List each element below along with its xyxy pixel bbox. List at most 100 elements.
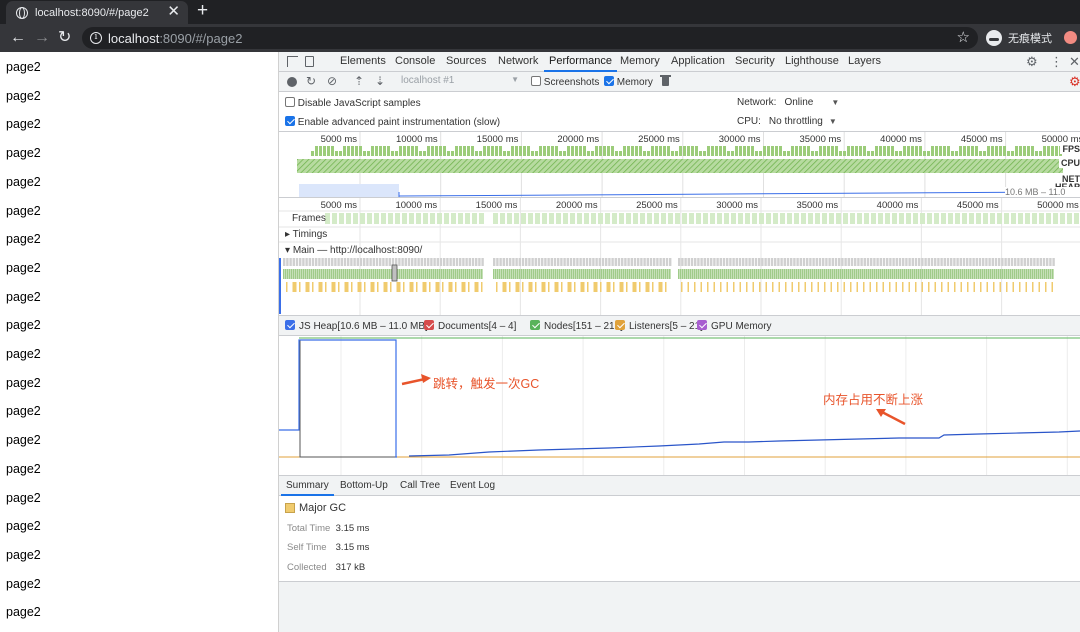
screenshots-checkbox-box[interactable] [531, 76, 541, 86]
tab-bottom-up[interactable]: Bottom-Up [340, 480, 388, 491]
selected-event[interactable] [391, 264, 398, 282]
tab-summary[interactable]: Summary [281, 480, 334, 496]
advanced-paint-checkbox[interactable] [285, 116, 295, 126]
save-profile-icon[interactable]: ⇣ [375, 75, 385, 88]
profile-menu-icon[interactable] [1064, 31, 1077, 44]
counter-toggle[interactable]: GPU Memory [697, 320, 772, 332]
task-block [512, 258, 515, 266]
memory-checkbox[interactable]: Memory [604, 76, 653, 88]
scripting-block [351, 282, 353, 292]
tab-application[interactable]: Application [671, 55, 725, 67]
timeline-overview[interactable]: 5000 ms 10000 ms 15000 ms 20000 ms 25000 ms 3… [279, 132, 1080, 198]
device-toolbar-icon[interactable] [305, 56, 314, 67]
memory-checkbox-box[interactable] [604, 76, 614, 86]
tab-performance[interactable]: Performance [544, 55, 617, 72]
fps-bar [631, 146, 634, 156]
fps-bar [715, 146, 718, 156]
fps-bar [487, 146, 490, 156]
cpu-throttle-select[interactable]: CPU: No throttling ▼ [737, 116, 837, 127]
task-block [289, 258, 292, 266]
counter-checkbox[interactable] [530, 320, 540, 330]
tab-elements[interactable]: Elements [340, 55, 386, 67]
frame-block [724, 213, 729, 224]
bookmark-star-icon[interactable]: ☆ [957, 28, 970, 46]
tab-security[interactable]: Security [735, 55, 775, 67]
more-options-icon[interactable]: ⋮ [1050, 55, 1063, 69]
tab-sources[interactable]: Sources [446, 55, 486, 67]
frame-block [493, 213, 498, 224]
inspect-element-icon[interactable] [287, 56, 298, 67]
task-block [678, 258, 681, 266]
memory-label: Memory [616, 77, 653, 88]
task-block [669, 258, 672, 266]
counter-toggle[interactable]: JS Heap[10.6 MB – 11.0 MB] [285, 320, 428, 332]
capture-settings-gear-icon[interactable]: ⚙ [1069, 74, 1080, 90]
network-throttle-select[interactable]: Network: Online ▼ [737, 97, 839, 108]
clear-icon[interactable]: ⊘ [327, 75, 337, 88]
fps-bar [443, 146, 446, 156]
tab-event-log[interactable]: Event Log [450, 480, 495, 491]
fps-bar [891, 146, 894, 156]
record-icon[interactable] [287, 77, 297, 87]
rendering-block [471, 269, 473, 279]
counter-checkbox[interactable] [697, 320, 707, 330]
counter-label: GPU Memory [711, 321, 772, 332]
info-icon[interactable]: i [90, 32, 102, 44]
fps-bar [887, 146, 890, 156]
advanced-paint-setting[interactable]: Enable advanced paint instrumentation (s… [285, 116, 500, 128]
fps-bar [1043, 146, 1046, 156]
settings-gear-icon[interactable]: ⚙ [1026, 55, 1038, 69]
counter-checkbox[interactable] [285, 320, 295, 330]
scripting-block [344, 282, 349, 292]
reload-icon[interactable]: ↻ [58, 28, 71, 48]
forward-arrow-icon[interactable]: → [34, 28, 50, 48]
overview-graph: 5000 ms 10000 ms 15000 ms 20000 ms 25000 ms 3… [297, 132, 1080, 197]
timeline-flamechart[interactable]: 5000 ms 10000 ms 15000 ms 20000 ms 25000 ms 3… [279, 198, 1080, 316]
load-profile-icon[interactable]: ⇡ [354, 75, 364, 88]
tab-console[interactable]: Console [395, 55, 435, 67]
rendering-block [549, 269, 551, 279]
task-block [462, 258, 465, 266]
rendering-block [493, 269, 495, 279]
rendering-block [503, 269, 505, 279]
task-block [439, 258, 443, 266]
disable-js-samples-checkbox[interactable] [285, 97, 295, 107]
address-bar[interactable]: i localhost:8090/#/page2 ☆ [82, 27, 978, 49]
disable-js-samples-setting[interactable]: Disable JavaScript samples [285, 97, 421, 109]
reload-record-icon[interactable]: ↻ [306, 75, 316, 88]
rendering-block [790, 269, 792, 279]
browser-tab[interactable]: localhost:8090/#/page2 ✕ [6, 1, 188, 24]
growth-arrow [881, 410, 906, 426]
profile-select[interactable]: localhost #1 ▼ [401, 75, 519, 89]
tab-network[interactable]: Network [498, 55, 538, 67]
close-icon[interactable]: ✕ [167, 4, 180, 20]
counter-toggle[interactable]: Documents[4 – 4] [424, 320, 516, 332]
timings-track[interactable]: ▸ Timings [285, 229, 327, 240]
scripting-block [325, 282, 327, 292]
frame-block [542, 213, 547, 224]
tab-lighthouse[interactable]: Lighthouse [785, 55, 839, 67]
tab-memory[interactable]: Memory [620, 55, 660, 67]
frame-block [458, 213, 463, 224]
counter-checkbox[interactable] [424, 320, 434, 330]
collect-garbage-icon[interactable] [660, 75, 671, 86]
close-devtools-icon[interactable]: ✕ [1069, 55, 1080, 69]
counter-toggle[interactable]: Nodes[151 – 212] [530, 320, 623, 332]
rendering-block [836, 269, 838, 279]
tab-layers[interactable]: Layers [848, 55, 881, 67]
incognito-indicator[interactable]: 无痕模式 [986, 27, 1052, 49]
counter-checkbox[interactable] [615, 320, 625, 330]
main-track[interactable]: ▾ Main — http://localhost:8090/ [285, 245, 422, 256]
new-tab-button[interactable]: + [197, 1, 208, 21]
frame-block [899, 213, 904, 224]
screenshots-checkbox[interactable]: Screenshots [531, 76, 599, 88]
rendering-block [936, 269, 938, 279]
scripting-block [652, 282, 654, 292]
task-block [921, 258, 924, 266]
tab-call-tree[interactable]: Call Tree [400, 480, 440, 491]
overview-tick-label: 20000 ms [557, 134, 599, 145]
back-arrow-icon[interactable]: ← [10, 28, 26, 48]
rendering-block [565, 269, 567, 279]
scripting-block [973, 282, 975, 292]
counter-toggle[interactable]: Listeners[5 – 21] [615, 320, 703, 332]
